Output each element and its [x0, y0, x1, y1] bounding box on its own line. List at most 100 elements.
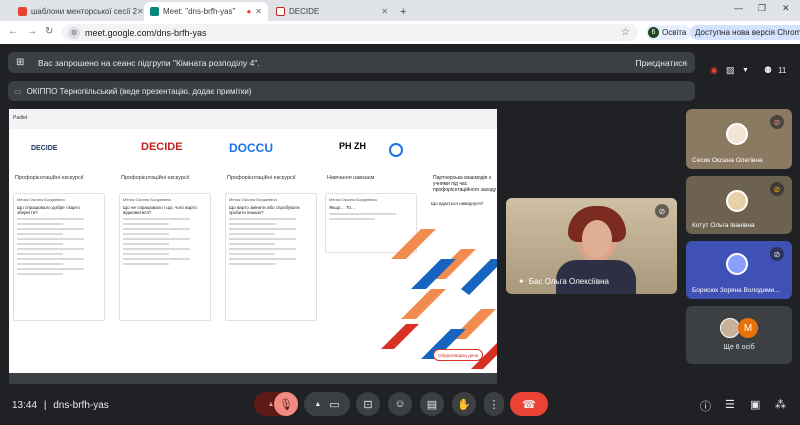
participant-tile-main: ⊘ ✦ Бас Ольга Олексіївна — [506, 198, 677, 294]
breakout-text: Вас запрошено на сеанс підгрупи "Кімната… — [38, 57, 260, 68]
activities-icon[interactable]: ⁂ — [775, 398, 786, 411]
recording-icon: ● — [246, 7, 252, 16]
tab-label: шаблони менторської сесії 2 — [31, 7, 138, 16]
minimize-icon[interactable]: — — [734, 3, 743, 13]
decide-icon — [276, 7, 285, 16]
tab-templates[interactable]: шаблони менторської сесії 2 ✕ — [12, 2, 144, 21]
avatar: 6 — [648, 27, 659, 38]
gmail-icon — [18, 7, 27, 16]
close-icon[interactable]: ✕ — [255, 7, 262, 16]
chevron-up-icon[interactable]: ▲ — [314, 401, 321, 408]
browser-tab-bar: шаблони менторської сесії 2 ✕ Meet: "dns… — [0, 0, 800, 21]
post-author: Мечик Оксана Богданівна — [329, 197, 377, 202]
mic-off-icon: ⊘ — [770, 182, 784, 196]
column-title: Профорієнтаційні екскурсії — [227, 175, 296, 181]
clock: 13:44 — [12, 400, 38, 411]
url-text: meet.google.com/dns-brfh-yas — [85, 27, 207, 38]
window-close-icon[interactable]: ✕ — [782, 3, 790, 14]
post-card: Мечик Оксана Богданівна Що варто змінити… — [225, 193, 317, 321]
post-question: Що варто змінити або спробувати зробити … — [229, 205, 300, 215]
post-question: Що спрацювало добре і варто зберегти? — [17, 205, 80, 215]
mic-off-icon: ⊘ — [655, 204, 669, 218]
pin-icon: ✦ — [518, 277, 525, 286]
participants-icon[interactable]: ⚉ — [764, 65, 772, 76]
side-panel-title: Партнерська взаємодія з учнями під час п… — [431, 173, 497, 197]
info-icon[interactable]: ⓘ — [700, 398, 711, 414]
presenter-text: ОКІППО Тернопільський (веде презентацію,… — [26, 86, 252, 96]
others-tile[interactable]: M Ще 6 осіб — [686, 306, 792, 364]
meet-icon — [150, 7, 159, 16]
column-title: Навчання навзаєм — [327, 175, 375, 181]
url-field[interactable]: ⚙ meet.google.com/dns-brfh-yas ☆ — [62, 24, 638, 41]
post-author: Мечик Оксана Богданівна — [229, 197, 277, 202]
close-icon[interactable]: ✕ — [137, 7, 144, 16]
board-title: Padlet — [13, 115, 28, 121]
record-icon[interactable]: ◉ — [710, 65, 718, 76]
more-icon[interactable]: ⋮ — [484, 392, 504, 416]
meeting-info: 13:44 | dns-brfh-yas — [12, 400, 109, 411]
participant-tile: ⊘ Котут Ольга Іванівна — [686, 176, 792, 234]
camera-toggle[interactable]: ▲ ▭ — [304, 392, 350, 416]
decide-logo-small: DECIDE — [31, 145, 58, 152]
update-label: Доступна нова версія Chrome — [695, 28, 800, 37]
back-icon[interactable]: ← — [8, 26, 18, 37]
post-author: Мечик Оксана Богданівна — [17, 197, 65, 202]
camera-off-icon[interactable]: ▨ — [726, 65, 735, 76]
camera-icon: ▭ — [329, 398, 340, 411]
close-icon[interactable]: ✕ — [381, 7, 388, 16]
maximize-icon[interactable]: ❐ — [758, 3, 766, 14]
presentation-icon: ▭ — [14, 86, 22, 96]
breakout-icon: ⊞ — [16, 57, 25, 68]
participant-name: Борисюк Зоряна Володими... — [692, 287, 780, 294]
vision-button: Обуфлеварха дена — [433, 349, 484, 361]
participant-name: ✦ Бас Ольга Олексіївна — [518, 277, 609, 286]
others-label: Ще 6 осіб — [723, 344, 755, 351]
mic-off-icon[interactable]: 🎙︎ — [274, 392, 298, 416]
hangup-icon[interactable]: ☎ — [510, 392, 548, 416]
ministry-logo-icon — [389, 143, 403, 157]
avatar — [726, 123, 748, 145]
people-icon[interactable]: ☰ — [725, 398, 735, 411]
tab-label: Meet: "dns-brfh-yas" — [163, 7, 236, 16]
column-2: Профорієнтаційні екскурсії Мечик Оксана … — [115, 169, 215, 369]
new-tab-button[interactable]: + — [394, 2, 410, 21]
presentation-toolbar: Padlet — [9, 109, 497, 129]
emoji-icon[interactable]: ☺ — [388, 392, 412, 416]
site-info-icon[interactable]: ⚙ — [68, 26, 80, 39]
meeting-code: dns-brfh-yas — [53, 400, 109, 411]
refresh-icon[interactable]: ↻ — [45, 26, 53, 37]
logos-row: DECIDE DECIDE DOCCU PH ZH — [9, 129, 497, 169]
side-question: Що вдається наведнуся? — [431, 201, 484, 206]
participant-tile: ⊘ Борисюк Зоряна Володими... — [686, 241, 792, 299]
chevron-down-icon[interactable]: ▼ — [742, 67, 749, 74]
avatar — [726, 253, 748, 275]
participant-count: 11 — [778, 66, 787, 75]
column-title: Профорієнтаційні екскурсії — [121, 175, 190, 181]
profile-chip[interactable]: 6 Освіта — [646, 25, 692, 40]
hand-icon[interactable]: ✋ — [452, 392, 476, 416]
profile-label: Освіта — [662, 28, 687, 37]
captions-icon[interactable]: ▤ — [420, 392, 444, 416]
participant-name: Котут Ольга Іванівна — [692, 222, 755, 229]
post-author: Мечик Оксана Богданівна — [123, 197, 171, 202]
tab-meet[interactable]: Meet: "dns-brfh-yas" ● ✕ — [144, 2, 268, 21]
shared-slide: DECIDE DECIDE DOCCU PH ZH Профорієнтацій… — [9, 129, 497, 373]
tab-decide[interactable]: DECIDE ✕ — [270, 2, 394, 21]
join-button[interactable]: Приєднатися — [635, 58, 687, 68]
column-title: Профорієнтаційні екскурсії — [15, 175, 84, 181]
chrome-update-button[interactable]: Доступна нова версія Chrome ⋮ — [690, 25, 800, 40]
doccu-logo: DOCCU — [229, 141, 273, 155]
column-3: Профорієнтаційні екскурсії Мечик Оксана … — [221, 169, 321, 369]
post-card: Мечик Оксана Богданівна Що спрацювало до… — [13, 193, 105, 321]
chat-icon[interactable]: ▣ — [750, 398, 760, 411]
avatar — [720, 318, 740, 338]
participant-name: Сесик Оксана Олегівна — [692, 157, 763, 164]
mic-off-icon: ⊘ — [770, 247, 784, 261]
breakout-banner: ⊞ Вас запрошено на сеанс підгрупи "Кімна… — [8, 52, 695, 73]
phzh-logo: PH ZH — [339, 141, 366, 151]
avatar-initial: M — [738, 318, 758, 338]
tab-label: DECIDE — [289, 7, 320, 16]
forward-icon[interactable]: → — [27, 26, 37, 37]
present-icon[interactable]: ⊡ — [356, 392, 380, 416]
star-icon[interactable]: ☆ — [621, 27, 630, 38]
